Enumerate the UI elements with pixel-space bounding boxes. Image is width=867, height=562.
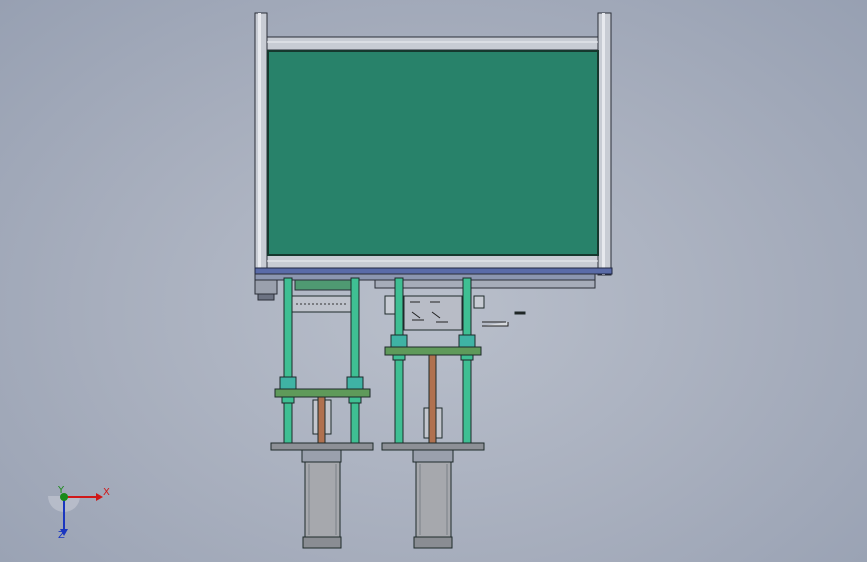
right-bushing-b [458,334,476,348]
left-guide-rod-a [283,277,293,444]
right-cylinder-head [412,449,454,463]
left-flange-b [348,396,362,404]
orientation-triad[interactable] [48,493,103,536]
right-bushing-a [390,334,408,348]
bottom-beam[interactable] [254,267,613,301]
right-flange-a [392,354,406,361]
right-flange-b [460,354,474,361]
right-base-plate [381,442,485,451]
left-cylinder-body [304,461,341,538]
cad-graphics-viewport[interactable]: X Y Z [0,0,867,562]
glass-panel[interactable] [267,50,599,256]
left-bushing-b [346,376,364,390]
triad-y-label: Y [58,485,65,496]
frame-top-rail [266,36,599,51]
triad-z-label: Z [58,530,65,541]
right-mount-plate [384,346,482,356]
left-lift-module[interactable] [270,277,374,549]
left-bushing-a [279,376,297,390]
left-base-plate [270,442,374,451]
right-cylinder-end-cap [413,536,453,549]
triad-x-label: X [103,487,110,498]
left-mount-plate [274,388,371,398]
left-flange-a [281,396,295,404]
right-lift-module[interactable] [381,277,526,549]
left-guide-rod-b [350,277,360,444]
left-cylinder-head [301,449,342,463]
left-cylinder-end-cap [302,536,342,549]
right-cylinder-body [415,461,452,538]
assembly-drawing[interactable] [0,0,867,562]
